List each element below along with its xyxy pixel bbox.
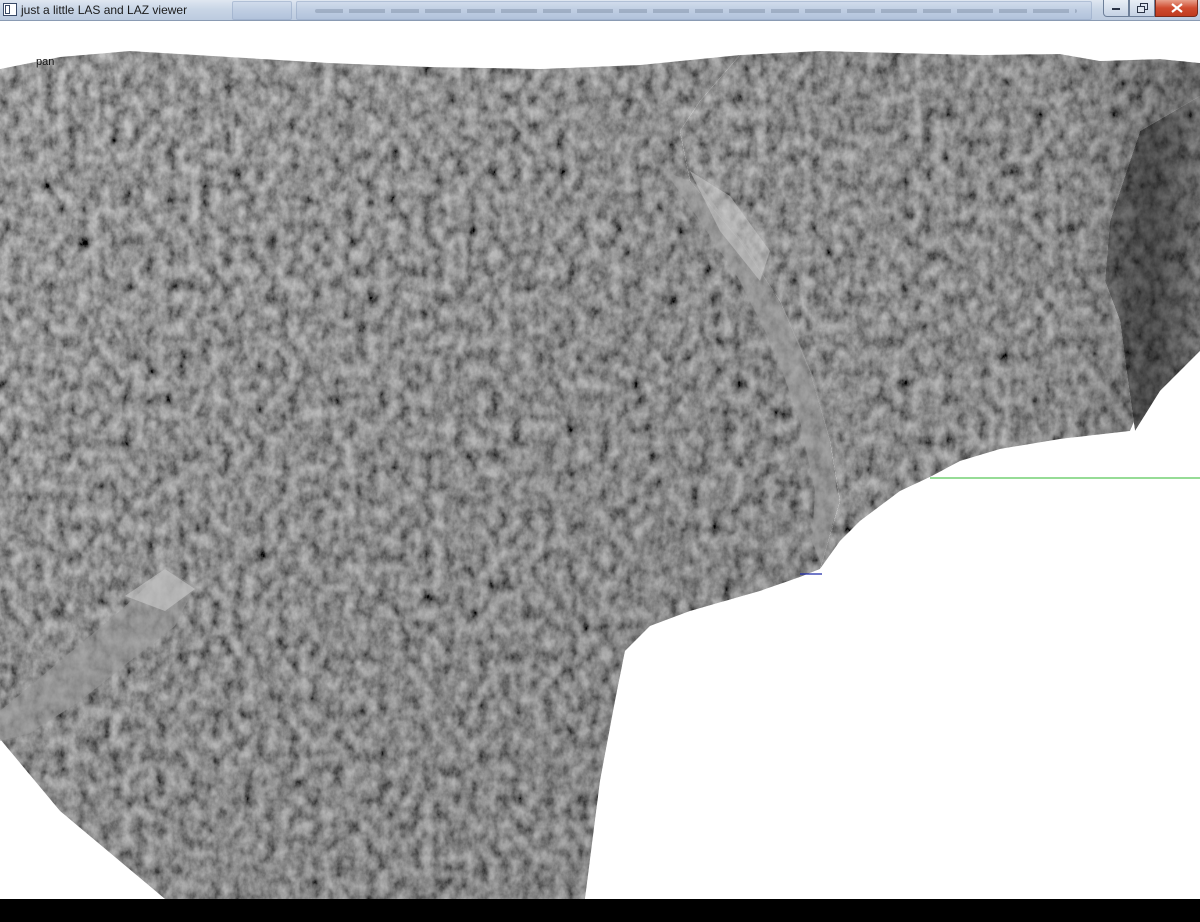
window-title-bar[interactable]: just a little LAS and LAZ viewer [0,0,1200,21]
window-title: just a little LAS and LAZ viewer [21,3,188,17]
navigation-mode-label: pan [36,56,55,68]
terrain-render[interactable] [0,21,1200,899]
viewer-canvas[interactable]: pan [0,21,1200,899]
restore-icon [1136,3,1148,13]
background-window-tab-text [315,9,1077,13]
window-controls [1103,0,1198,18]
restore-button[interactable] [1129,0,1155,17]
background-window-tab [296,1,1092,20]
minimize-icon [1112,8,1120,10]
window-app-icon[interactable] [3,3,17,16]
minimize-button[interactable] [1103,0,1129,17]
bottom-black-strip [0,899,1200,922]
close-icon [1170,3,1183,13]
close-button[interactable] [1155,0,1198,17]
background-window-tab [232,1,292,20]
